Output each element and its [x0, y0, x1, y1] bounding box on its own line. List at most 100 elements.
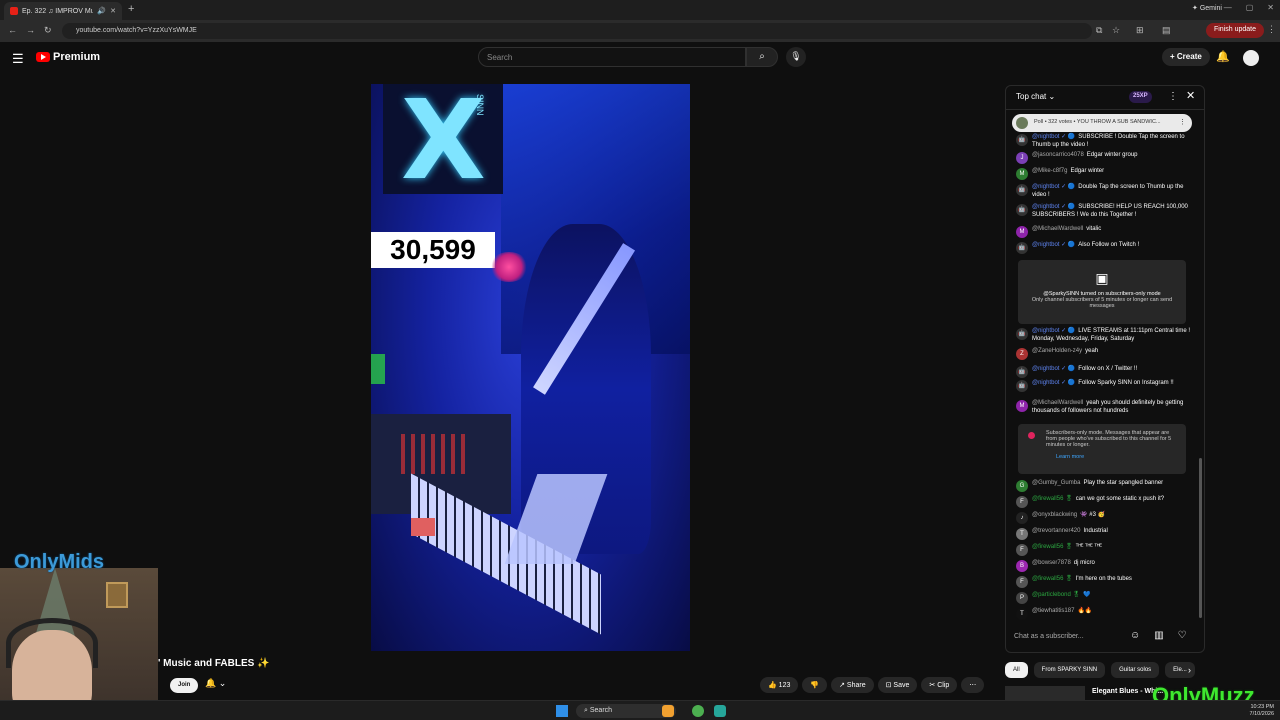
create-button[interactable]: + Create	[1162, 48, 1210, 66]
chat-avatar[interactable]: T	[1016, 608, 1028, 620]
chat-avatar[interactable]: M	[1016, 226, 1028, 238]
install-app-icon[interactable]: ⧉	[1096, 25, 1102, 36]
system-clock[interactable]: 10:23 PM 7/10/2026	[1250, 704, 1274, 717]
chat-message[interactable]: M @Mike-c8f7g Edgar winter	[1016, 168, 1192, 180]
close-tab-icon[interactable]: ✕	[110, 7, 116, 15]
url-field[interactable]: youtube.com/watch?v=YzzXuYsWMJE	[62, 23, 1092, 39]
chat-message[interactable]: 🤖 @nightbot ✓ 🔵 Double Tap the screen to T…	[1016, 184, 1192, 199]
chat-message[interactable]: 🤖 @nightbot ✓ 🔵 Follow Sparky SINN on Inst…	[1016, 380, 1192, 392]
notifications-bell-icon[interactable]: 🔔	[1216, 50, 1230, 63]
filter-chip[interactable]: From SPARKY SINN	[1033, 662, 1106, 678]
chat-message[interactable]: 🤖 @nightbot ✓ 🔵 SUBSCRIBE ! Double Tap the…	[1016, 134, 1192, 149]
close-window-icon[interactable]: ✕	[1267, 3, 1274, 12]
chat-menu-icon[interactable]: ⋮	[1168, 91, 1178, 102]
gemini-button[interactable]: ✦ Gemini	[1192, 4, 1222, 12]
sidebar-icon[interactable]: ▤	[1162, 25, 1171, 36]
chat-avatar[interactable]: 🤖	[1016, 184, 1028, 196]
chat-username[interactable]: @Mike-c8f7g	[1032, 168, 1067, 174]
chat-username[interactable]: @particlebond 🎖	[1032, 592, 1080, 598]
chat-avatar[interactable]: F	[1016, 576, 1028, 588]
hamburger-menu-icon[interactable]: ☰	[12, 51, 24, 67]
chat-username[interactable]: @jasoncarrico4078	[1032, 152, 1084, 158]
finish-update-button[interactable]: Finish update	[1205, 23, 1264, 38]
bookmark-star-icon[interactable]: ☆	[1112, 25, 1120, 36]
chat-avatar[interactable]: 🤖	[1016, 380, 1028, 392]
subscribe-bell-icon[interactable]: 🔔 ⌄	[205, 678, 226, 689]
poll-menu-icon[interactable]: ⋮	[1179, 118, 1186, 126]
close-chat-icon[interactable]: ✕	[1186, 89, 1195, 102]
heart-icon[interactable]: ♡	[1178, 630, 1187, 641]
chat-avatar[interactable]: M	[1016, 400, 1028, 412]
emoji-icon[interactable]: ☺	[1130, 630, 1140, 641]
chat-message[interactable]: M @MichaelWardwell yeah you should definit…	[1016, 400, 1192, 415]
chat-message[interactable]: J @jasoncarrico4078 Edgar winter group	[1016, 152, 1192, 164]
chat-avatar[interactable]: 🤖	[1016, 134, 1028, 146]
filter-chip[interactable]: Guitar solos	[1111, 662, 1160, 678]
top-chat-dropdown[interactable]: Top chat ⌄	[1016, 92, 1055, 101]
chat-username[interactable]: @firewall56 🎖	[1032, 496, 1073, 502]
chat-input[interactable]: Chat as a subscriber...	[1014, 629, 1114, 645]
chat-username[interactable]: @MichaelWardwell	[1032, 400, 1083, 406]
chat-username[interactable]: @ZaneHolden-z4y	[1032, 348, 1082, 354]
chat-message[interactable]: P @particlebond 🎖 💙	[1016, 592, 1192, 604]
chat-avatar[interactable]: B	[1016, 560, 1028, 572]
video-player[interactable]: SINN 30,599	[371, 84, 690, 651]
chat-message[interactable]: F @firewall56 🎖 ᵀᴴᴱ ᵀᴴᴱ ᵀᴴᴱ	[1016, 544, 1192, 556]
chat-avatar[interactable]: J	[1016, 152, 1028, 164]
browser-tab-active[interactable]: Ep. 322 ♫ IMPROV Musi... 🔊 ✕	[4, 2, 122, 20]
save-button[interactable]: ⊡ Save	[877, 677, 918, 693]
reload-icon[interactable]: ↻	[44, 25, 52, 36]
chat-username[interactable]: @onyxblackwing	[1032, 512, 1077, 518]
audio-playing-icon[interactable]: 🔊	[97, 7, 106, 15]
chrome-icon[interactable]	[692, 705, 704, 717]
minimize-icon[interactable]: —	[1224, 3, 1232, 12]
like-button[interactable]: 👍 123	[760, 677, 799, 693]
chat-username[interactable]: @tiewhatitis187	[1032, 608, 1074, 614]
chat-message[interactable]: G @Gumby_Gumba Play the star spangled bann…	[1016, 480, 1192, 492]
chat-username[interactable]: @Gumby_Gumba	[1032, 480, 1080, 486]
chat-message[interactable]: F @firewall56 🎖 I'm here on the tubes	[1016, 576, 1192, 588]
voice-search-button[interactable]: 🎙	[786, 47, 806, 67]
chat-avatar[interactable]: 🤖	[1016, 204, 1028, 216]
chat-avatar[interactable]: T	[1016, 528, 1028, 540]
pinned-poll-banner[interactable]: Poll • 322 votes • YOU THROW A SUB SANDW…	[1012, 114, 1192, 132]
taskbar-search[interactable]: ⌕ Search	[576, 704, 676, 718]
chat-avatar[interactable]: 🤖	[1016, 328, 1028, 340]
chat-avatar[interactable]: M	[1016, 168, 1028, 180]
up-next-thumbnail[interactable]	[1005, 686, 1085, 700]
chat-username[interactable]: @nightbot ✓ 🔵	[1032, 204, 1075, 210]
chat-avatar[interactable]: F	[1016, 496, 1028, 508]
chat-avatar[interactable]: F	[1016, 544, 1028, 556]
chat-username[interactable]: @firewall56 🎖	[1032, 576, 1073, 582]
forward-arrow-icon[interactable]: →	[26, 25, 35, 35]
chat-avatar[interactable]: Z	[1016, 348, 1028, 360]
taskbar-app-icon-2[interactable]	[714, 705, 726, 717]
xp-badge[interactable]: 25XP	[1129, 91, 1152, 103]
chat-avatar[interactable]: P	[1016, 592, 1028, 604]
browser-menu-icon[interactable]: ⋮	[1267, 24, 1276, 35]
chat-avatar[interactable]: 🤖	[1016, 242, 1028, 254]
account-avatar[interactable]	[1243, 50, 1259, 66]
dislike-button[interactable]: 👎	[802, 677, 828, 693]
chat-username[interactable]: @firewall56 🎖	[1032, 544, 1073, 550]
more-actions-button[interactable]: ⋯	[961, 677, 985, 693]
chat-username[interactable]: @nightbot ✓ 🔵	[1032, 366, 1075, 372]
taskbar-app-icon[interactable]	[662, 705, 674, 717]
search-button[interactable]: ⌕	[746, 47, 778, 67]
chat-avatar[interactable]: G	[1016, 480, 1028, 492]
chat-message[interactable]: F @firewall56 🎖 can we got some static x p…	[1016, 496, 1192, 508]
extensions-icon[interactable]: ⊞	[1136, 25, 1144, 36]
chat-username[interactable]: @bowser7878	[1032, 560, 1071, 566]
chat-message[interactable]: 🤖 @nightbot ✓ 🔵 Also Follow on Twitch !	[1016, 242, 1192, 254]
chat-message[interactable]: Z @ZaneHolden-z4y yeah	[1016, 348, 1192, 360]
super-chat-icon[interactable]: ▥	[1154, 630, 1163, 641]
chat-avatar[interactable]: ♪	[1016, 512, 1028, 524]
learn-more-link[interactable]: Learn more	[1056, 454, 1178, 460]
search-input[interactable]: Search	[478, 47, 746, 67]
back-arrow-icon[interactable]: ←	[8, 25, 17, 35]
chat-message[interactable]: M @MichaelWardwell vitalic	[1016, 226, 1192, 238]
chevron-right-icon[interactable]: ›	[1188, 665, 1191, 675]
new-tab-icon[interactable]: +	[128, 3, 134, 15]
join-button[interactable]: Join	[170, 678, 199, 693]
maximize-icon[interactable]: ▢	[1246, 3, 1254, 12]
